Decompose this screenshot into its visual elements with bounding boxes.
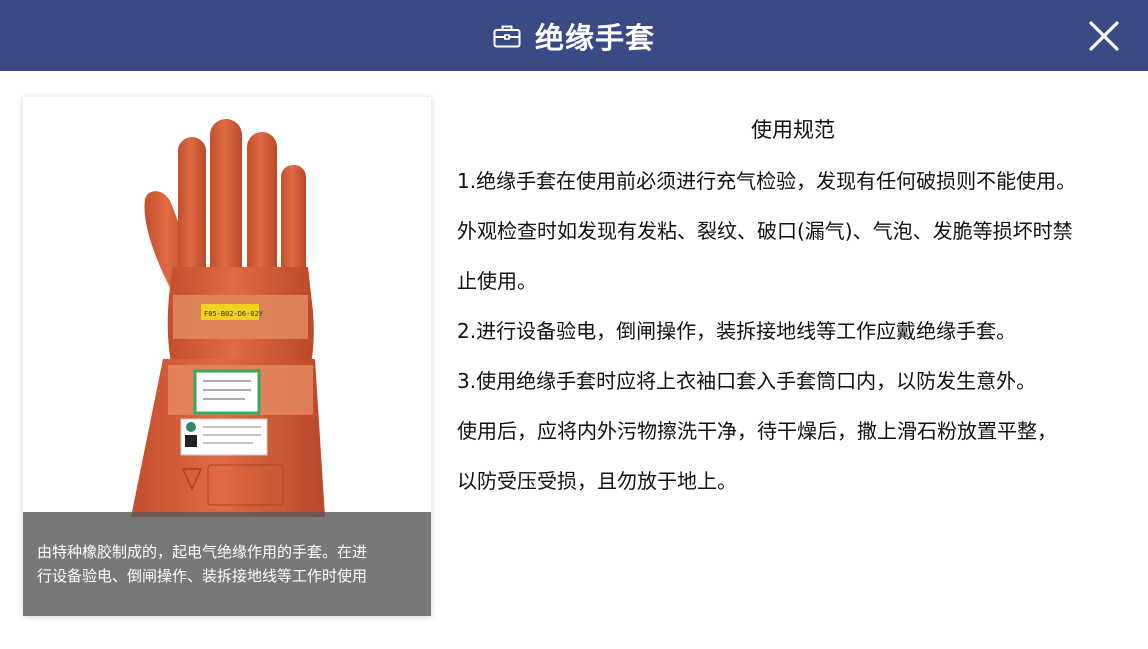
- image-caption: 由特种橡胶制成的，起电气绝缘作用的手套。在进 行设备验电、倒闸操作、装拆接地线等…: [23, 512, 431, 616]
- rules-title: 使用规范: [751, 118, 835, 142]
- header-bar: 绝缘手套: [0, 0, 1148, 71]
- rules-line: 2.进行设备验电，倒闸操作，装拆接地线等工作应戴绝缘手套。: [457, 319, 1017, 343]
- close-button[interactable]: [1088, 20, 1120, 52]
- glove-tag-text: F05-B02-D6-02Y: [204, 310, 264, 318]
- usage-rules-panel: 使用规范 1.绝缘手套在使用前必须进行充气检验，发现有任何破损则不能使用。 外观…: [457, 108, 1129, 506]
- close-icon[interactable]: [1088, 20, 1120, 52]
- header-title-group: 绝缘手套: [0, 0, 1148, 71]
- rules-line: 以防受压受损，且勿放于地上。: [457, 469, 737, 493]
- rules-line: 使用后，应将内外污物擦洗干净，待干燥后，撒上滑石粉放置平整，: [457, 419, 1057, 443]
- rules-line: 3.使用绝缘手套时应将上衣袖口套入手套筒口内，以防发生意外。: [457, 369, 1037, 393]
- page-title: 绝缘手套: [534, 20, 655, 55]
- rules-line: 1.绝缘手套在使用前必须进行充气检验，发现有任何破损则不能使用。: [457, 169, 1077, 193]
- caption-line-1: 由特种橡胶制成的，起电气绝缘作用的手套。在进: [37, 543, 368, 561]
- toolbox-icon: [493, 24, 521, 48]
- caption-line-2: 行设备验电、倒闸操作、装拆接地线等工作时使用: [37, 567, 368, 585]
- equipment-image-card: F05-B02-D6-02Y 由特种橡胶制成的，起电气绝缘作用的手套。在进 行设…: [23, 97, 431, 616]
- rules-line: 止使用。: [457, 269, 537, 293]
- rules-line: 外观检查时如发现有发粘、裂纹、破口(漏气)、气泡、发脆等损坏时禁: [457, 219, 1073, 243]
